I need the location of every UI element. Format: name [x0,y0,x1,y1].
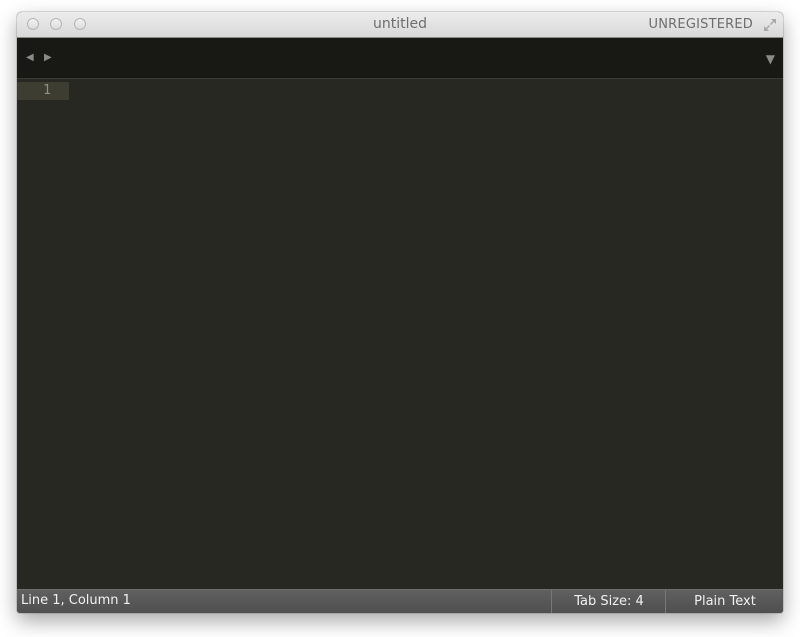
line-number: 1 [17,82,69,100]
tab-size-selector[interactable]: Tab Size: 4 [551,590,666,613]
tab-bar: ◀ ▶ ▼ [17,38,783,79]
unregistered-label: UNREGISTERED [648,17,753,32]
next-tab-icon[interactable]: ▶ [44,52,54,64]
status-bar: Line 1, Column 1 Tab Size: 4 Plain Text [17,589,783,613]
editor-window: untitled UNREGISTERED ◀ ▶ ▼ 1 Line 1, Co… [17,12,783,613]
title-bar: untitled UNREGISTERED [17,12,783,38]
tab-list-dropdown-icon[interactable]: ▼ [766,52,775,66]
previous-tab-icon[interactable]: ◀ [26,52,36,64]
text-editor-area[interactable]: 1 [17,79,783,589]
fullscreen-icon[interactable] [762,17,778,33]
syntax-selector[interactable]: Plain Text [665,590,783,613]
cursor-position: Line 1, Column 1 [21,593,131,608]
